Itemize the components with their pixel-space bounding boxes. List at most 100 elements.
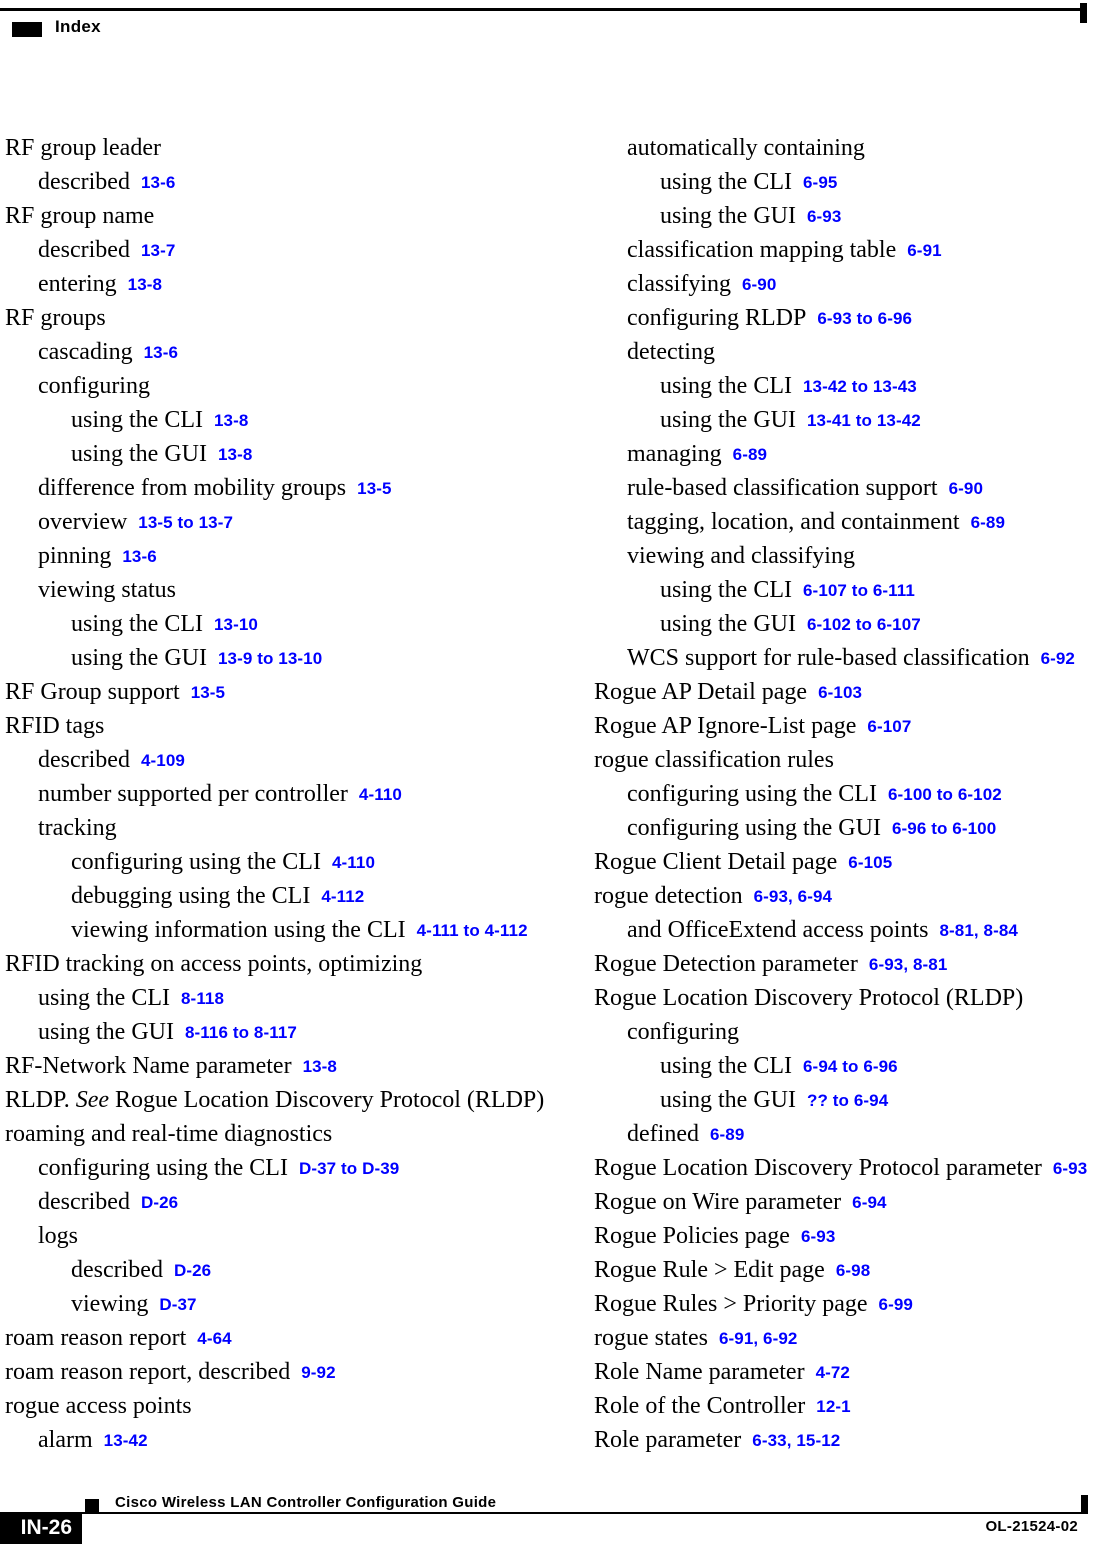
index-entry: using the CLI 13-8 <box>5 403 505 437</box>
page-reference[interactable]: 6-103 <box>818 683 862 702</box>
page-reference[interactable]: 6-91 <box>907 241 941 260</box>
page-reference[interactable]: 13-41 to 13-42 <box>807 411 921 430</box>
index-entry: Rogue Policies page 6-93 <box>594 1219 1094 1253</box>
index-entry: RFID tags <box>5 709 505 743</box>
page-reference[interactable]: D-26 <box>141 1193 178 1212</box>
page-reference[interactable]: 6-100 to 6-102 <box>888 785 1002 804</box>
index-term: configuring using the CLI <box>38 1155 288 1181</box>
index-term: using the CLI <box>38 985 170 1011</box>
page-reference[interactable]: 6-107 to 6-111 <box>803 581 915 600</box>
page-reference[interactable]: 13-9 to 13-10 <box>218 649 322 668</box>
page-reference[interactable]: 4-72 <box>816 1363 850 1382</box>
index-entry: using the GUI 13-8 <box>5 437 505 471</box>
index-term: managing <box>627 441 722 467</box>
page-reference[interactable]: 6-105 <box>848 853 892 872</box>
page-reference[interactable]: 4-110 <box>332 853 375 872</box>
page-reference[interactable]: 4-111 to 4-112 <box>417 921 528 940</box>
page-reference[interactable]: 6-33, 15-12 <box>752 1431 840 1450</box>
page-reference[interactable]: 6-102 to 6-107 <box>807 615 921 634</box>
page-reference[interactable]: 6-99 <box>879 1295 913 1314</box>
page-reference[interactable]: D-37 <box>159 1295 196 1314</box>
footer-endcap-marker <box>1081 1495 1088 1514</box>
page-reference[interactable]: 6-98 <box>836 1261 870 1280</box>
index-entry: Rogue AP Ignore-List page 6-107 <box>594 709 1094 743</box>
page-reference[interactable]: 13-5 to 13-7 <box>138 513 233 532</box>
index-term: entering <box>38 271 117 297</box>
index-term: viewing <box>71 1291 149 1317</box>
page-reference[interactable]: 4-112 <box>321 887 364 906</box>
page-reference[interactable]: 12-1 <box>816 1397 850 1416</box>
page-reference[interactable]: 13-10 <box>214 615 258 634</box>
index-entry: cascading 13-6 <box>5 335 505 369</box>
page-reference[interactable]: 6-93 <box>807 207 841 226</box>
index-entry: viewing D-37 <box>5 1287 505 1321</box>
page-reference[interactable]: 6-93 <box>1053 1159 1087 1178</box>
page-reference[interactable]: 13-8 <box>218 445 252 464</box>
page-reference[interactable]: 4-64 <box>197 1329 231 1348</box>
page-reference[interactable]: 13-6 <box>144 343 178 362</box>
page-reference[interactable]: 6-96 to 6-100 <box>892 819 996 838</box>
index-term: roaming and real-time diagnostics <box>5 1121 333 1147</box>
page-reference[interactable]: 13-6 <box>141 173 175 192</box>
page-reference[interactable]: D-37 to D-39 <box>299 1159 399 1178</box>
page-reference[interactable]: 6-95 <box>803 173 837 192</box>
page-reference[interactable]: 13-5 <box>357 479 391 498</box>
page-reference[interactable]: 13-8 <box>214 411 248 430</box>
index-term: using the GUI <box>660 611 796 637</box>
index-entry: overview 13-5 to 13-7 <box>5 505 505 539</box>
page-reference[interactable]: 6-94 to 6-96 <box>803 1057 898 1076</box>
index-entry: RF Group support 13-5 <box>5 675 505 709</box>
page-reference[interactable]: 8-118 <box>181 989 224 1008</box>
index-term: rogue classification rules <box>594 747 834 773</box>
page-reference[interactable]: 4-110 <box>359 785 402 804</box>
index-entry: tracking <box>5 811 505 845</box>
index-term: using the GUI <box>71 441 207 467</box>
index-term: rogue states <box>594 1325 708 1351</box>
page-reference[interactable]: 6-90 <box>949 479 983 498</box>
index-entry: using the CLI 8-118 <box>5 981 505 1015</box>
page-reference[interactable]: 6-93, 8-81 <box>869 955 948 974</box>
page-reference[interactable]: D-26 <box>174 1261 211 1280</box>
page-reference[interactable]: 4-109 <box>141 751 185 770</box>
page-reference[interactable]: 6-93 to 6-96 <box>817 309 912 328</box>
index-term: classifying <box>627 271 731 297</box>
page-reference[interactable]: 6-89 <box>971 513 1005 532</box>
index-term: RF group name <box>5 203 155 229</box>
page-reference[interactable]: 6-91, 6-92 <box>719 1329 798 1348</box>
page-reference[interactable]: 6-93, 6-94 <box>754 887 833 906</box>
page-reference[interactable]: 13-42 <box>104 1431 148 1450</box>
index-term: Role Name parameter <box>594 1359 805 1385</box>
index-entry: Rogue Rule > Edit page 6-98 <box>594 1253 1094 1287</box>
page-reference[interactable]: 9-92 <box>301 1363 335 1382</box>
page-reference[interactable]: 6-107 <box>867 717 911 736</box>
page-reference[interactable]: 6-92 <box>1041 649 1075 668</box>
index-entry: viewing information using the CLI 4-111 t… <box>5 913 528 947</box>
index-entry: configuring RLDP 6-93 to 6-96 <box>594 301 1094 335</box>
index-entry: using the GUI 8-116 to 8-117 <box>5 1015 505 1049</box>
index-term: configuring using the GUI <box>627 815 881 841</box>
index-entry: classification mapping table 6-91 <box>594 233 1094 267</box>
index-entry: described 13-6 <box>5 165 505 199</box>
page-reference[interactable]: 13-5 <box>191 683 225 702</box>
page-reference[interactable]: 6-93 <box>801 1227 835 1246</box>
index-term: Role of the Controller <box>594 1393 806 1419</box>
index-entry: RF group name <box>5 199 505 233</box>
page-reference[interactable]: 6-90 <box>742 275 776 294</box>
page-reference[interactable]: 13-7 <box>141 241 175 260</box>
page-reference[interactable]: 13-8 <box>128 275 162 294</box>
page-reference[interactable]: ?? to 6-94 <box>807 1091 888 1110</box>
page-reference[interactable]: 13-8 <box>303 1057 337 1076</box>
page-reference[interactable]: 13-6 <box>122 547 156 566</box>
page-reference[interactable]: 8-81, 8-84 <box>939 921 1018 940</box>
page-reference[interactable]: 8-116 to 8-117 <box>185 1023 297 1042</box>
page-reference[interactable]: 13-42 to 13-43 <box>803 377 917 396</box>
index-term: Rogue on Wire parameter <box>594 1189 842 1215</box>
page-reference[interactable]: 6-89 <box>733 445 767 464</box>
index-term: roam reason report <box>5 1325 187 1351</box>
index-term: cascading <box>38 339 133 365</box>
index-entry: number supported per controller 4-110 <box>5 777 505 811</box>
index-entry: Rogue Detection parameter 6-93, 8-81 <box>594 947 1094 981</box>
index-entry: configuring <box>5 369 505 403</box>
page-reference[interactable]: 6-89 <box>710 1125 744 1144</box>
page-reference[interactable]: 6-94 <box>852 1193 886 1212</box>
